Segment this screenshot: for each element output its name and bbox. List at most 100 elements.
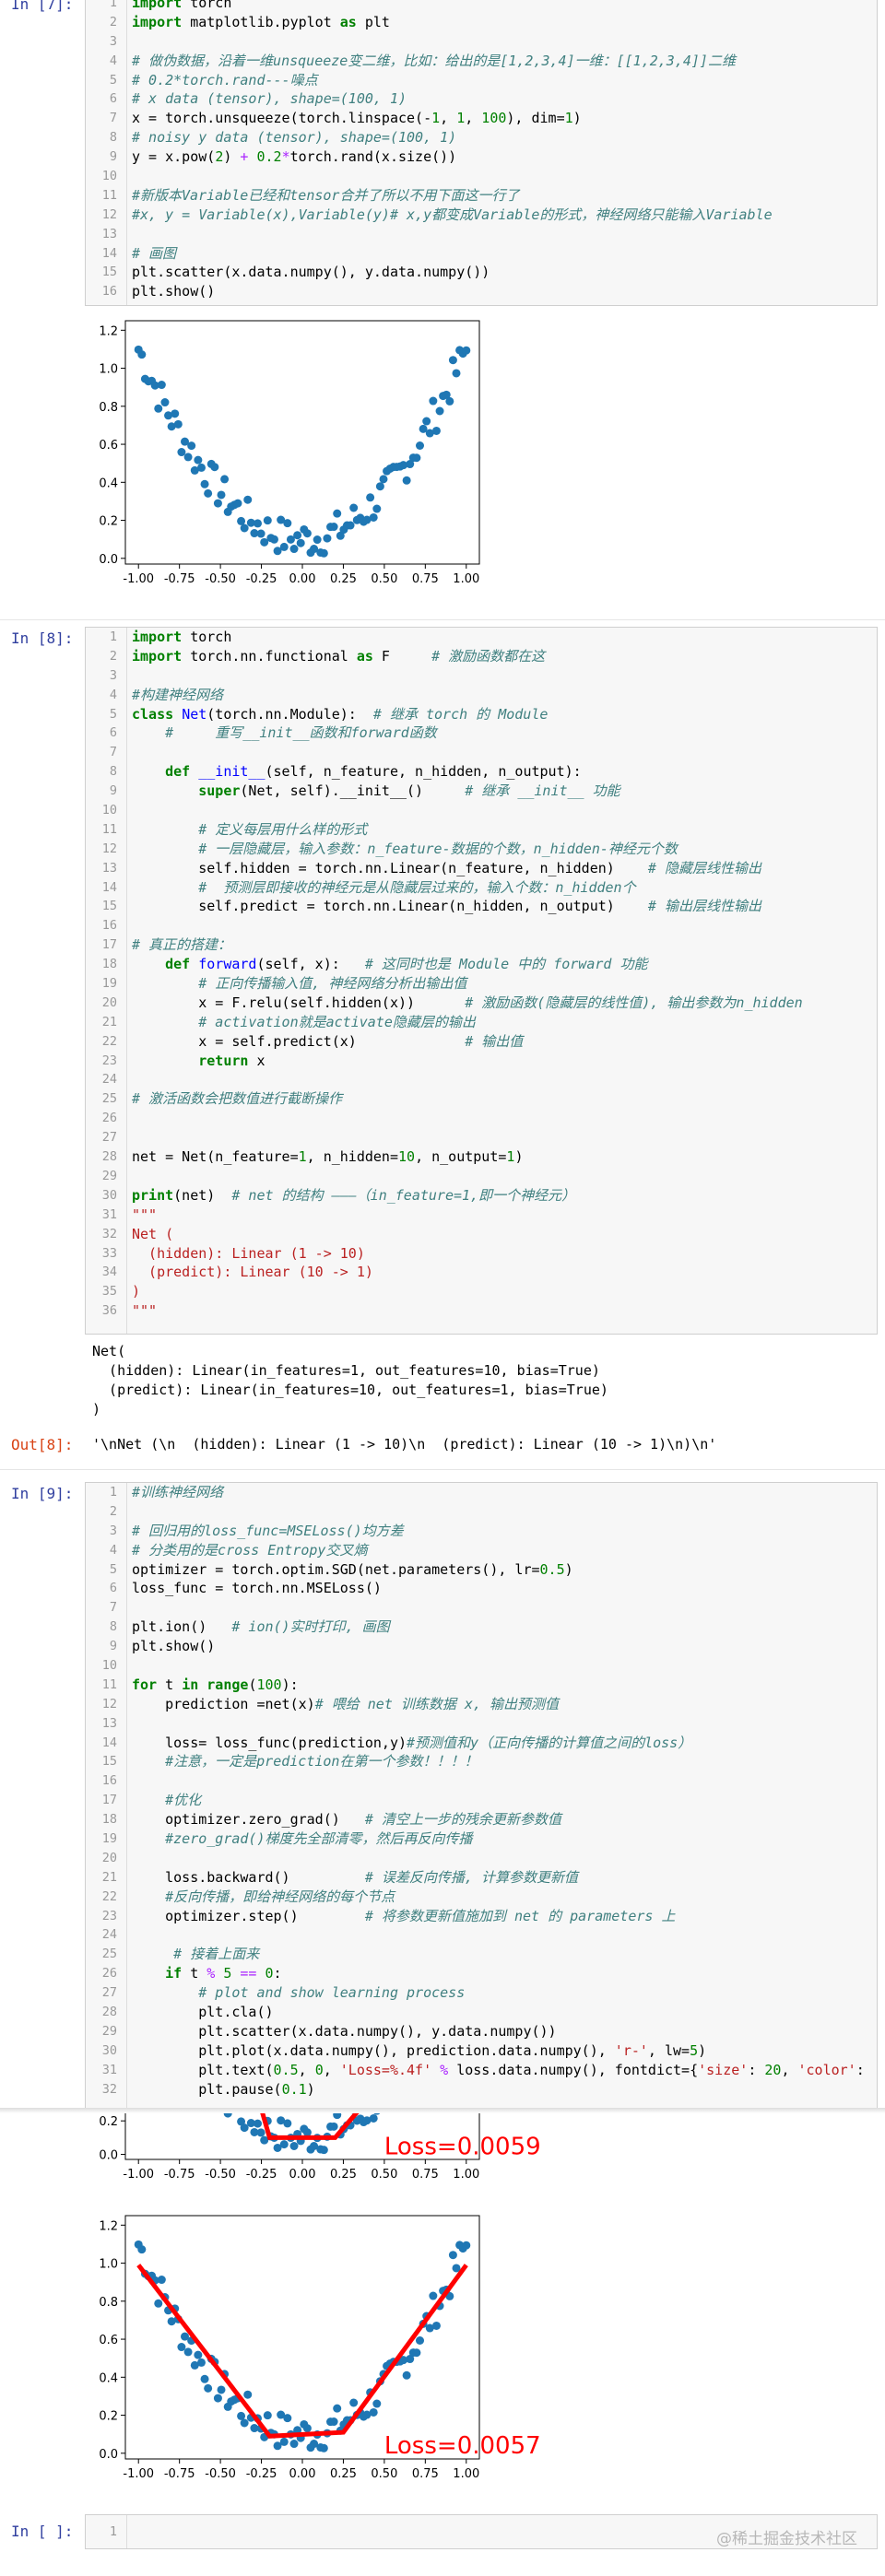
code-line[interactable]: 15 plt.scatter(x.data.numpy(), y.data.num… [86,263,877,282]
code-line[interactable]: 4 # 做伪数据，沿着一维unsqueeze变二维，比如：给出的是[1,2,3,4… [86,52,877,71]
code-line[interactable]: 17 # 真正的搭建： [86,935,877,955]
code-line[interactable]: 1 import torch [86,0,877,13]
code-line[interactable]: 18 optimizer.zero_grad() # 清空上一步的残余更新参数值 [86,1810,877,1829]
code-line[interactable]: 32 Net ( [86,1225,877,1244]
code-line[interactable]: 15 self.predict = torch.nn.Linear(n_hidd… [86,897,877,916]
code-line[interactable]: 3 [86,32,877,52]
code-line[interactable]: 11 for t in range(100): [86,1676,877,1695]
code-line[interactable]: 35) [86,1282,877,1301]
code-line[interactable]: 26 if t % 5 == 0: [86,1964,877,1983]
code-line[interactable]: 31 """ [86,1206,877,1225]
code-line[interactable]: 33 (hidden): Linear (1 -> 10) [86,1244,877,1264]
code-editor[interactable]: 1 import torch 2 import torch.nn.functional… [85,627,878,1335]
code-line[interactable]: 21 loss.backward() # 误差反向传播, 计算参数更新值 [86,1868,877,1888]
code-line[interactable]: 8 def __init__(self, n_feature, n_hidden… [86,762,877,782]
code-line[interactable]: 6 # x data (tensor), shape=(100, 1) [86,89,877,109]
code-line[interactable]: 24 [86,1070,877,1089]
code-line[interactable]: 29 plt.scatter(x.data.numpy(), y.data.nu… [86,2022,877,2041]
code-line[interactable]: 4 #构建神经网络 [86,686,877,705]
scatter-point [435,406,444,416]
code-line[interactable]: 12 # 一层隐藏层，输入参数：n_feature-数据的个数，n_hidden… [86,840,877,859]
code-line[interactable]: 5 # 0.2*torch.rand---噪点 [86,71,877,90]
code-line[interactable]: 20 x = F.relu(self.hidden(x)) # 激励函数(隐藏层… [86,994,877,1013]
code-line[interactable]: 9y = x.pow(2) + 0.2*torch.rand(x.size()) [86,147,877,167]
code-line[interactable]: 7 [86,743,877,762]
code-token: : [273,1965,282,1982]
scatter-point [243,2390,253,2399]
code-line[interactable]: 27 # plot and show learning process [86,1983,877,2003]
code-line[interactable]: 28 plt.cla() [86,2003,877,2022]
code-line[interactable]: 14 loss= loss_func(prediction,y)#预测值和y（正… [86,1734,877,1753]
code-line[interactable]: 22 #反向传播，即给神经网络的每个节点 [86,1888,877,1907]
code-line[interactable]: 13 [86,225,877,244]
code-line[interactable]: 27 [86,1128,877,1147]
line-number: 29 [101,1168,117,1183]
code-line[interactable]: 16 [86,1771,877,1791]
code-line[interactable]: 6 loss_func = torch.nn.MSELoss() [86,1579,877,1598]
code-line[interactable]: 26 [86,1109,877,1128]
code-line[interactable]: 5 optimizer = torch.optim.SGD(net.paramet… [86,1560,877,1580]
code-line[interactable]: 2 [86,1502,877,1522]
code-line[interactable]: 29 [86,1167,877,1186]
code-line[interactable]: 2 import torch.nn.functional as F # 激励函数都… [86,647,877,666]
code-line[interactable]: 30 plt.plot(x.data.numpy(), prediction.d… [86,2041,877,2061]
code-line[interactable]: 9 super(Net, self).__init__() # 继承 __ini… [86,782,877,801]
code-line[interactable]: 28 net = Net(n_feature=1, n_hidden=10, n_… [86,1147,877,1167]
code-line[interactable]: 12 prediction =net(x)# 喂给 net 训练数据 x, 输出… [86,1695,877,1714]
code-line[interactable]: 16 plt.show() [86,282,877,301]
code-line[interactable]: 24 [86,1925,877,1945]
code-editor[interactable]: 1 #训练神经网络 2 3 # 回归用的loss_func=MSELoss()均方差 4 #… [85,1482,878,2110]
code-line[interactable]: 1 #训练神经网络 [86,1483,877,1502]
code-line[interactable]: 14 # 预测层即接收的神经元是从隐藏层过来的，输入个数：n_hidden个 [86,878,877,898]
code-line[interactable]: 8 plt.ion() # ion()实时打印, 画图 [86,1617,877,1637]
code-line[interactable]: 5 class Net(torch.nn.Module): # 继承 torch … [86,705,877,724]
code-line[interactable]: 25 # 接着上面来 [86,1945,877,1964]
output-prompt: Out[8]: [11,1436,74,1453]
line-number: 21 [101,1014,117,1029]
code-line[interactable]: 9 plt.show() [86,1637,877,1656]
x-tick-label: -0.25 [246,572,277,586]
code-line[interactable]: 6 # 重写__init__函数和forward函数 [86,723,877,743]
code-line[interactable]: 14 # 画图 [86,244,877,264]
code-text: #注意，一定是prediction在第一个参数！！！！ [132,1752,478,1771]
code-line[interactable]: 2 import matplotlib.pyplot as plt [86,13,877,32]
line-number: 29 [101,2023,117,2039]
code-line[interactable]: 22 x = self.predict(x) # 输出值 [86,1032,877,1052]
code-line[interactable]: 8 # noisy y data (tensor), shape=(100, 1) [86,128,877,147]
code-lines: 1 import torch 2 import matplotlib.pyplot a… [86,0,877,301]
code-line[interactable]: 10 [86,801,877,820]
code-line[interactable]: 13 [86,1714,877,1734]
code-line[interactable]: 10 [86,1656,877,1676]
code-line[interactable]: 7 [86,1598,877,1617]
code-line[interactable]: 11 #新版本Variable已经和tensor合并了所以不用下面这一行了 [86,186,877,206]
code-line[interactable]: 4 # 分类用的是cross Entropy交叉熵 [86,1541,877,1560]
code-line[interactable]: 20 [86,1849,877,1868]
code-line[interactable]: 12 #x, y = Variable(x),Variable(y)# x,y都变… [86,206,877,225]
code-line[interactable]: 3 # 回归用的loss_func=MSELoss()均方差 [86,1522,877,1541]
code-line[interactable]: 32 plt.pause(0.1) [86,2080,877,2100]
code-line[interactable]: 13 self.hidden = torch.nn.Linear(n_featu… [86,859,877,878]
code-line[interactable]: 19 #zero_grad()梯度先全部清零，然后再反向传播 [86,1829,877,1849]
code-line[interactable]: 25 # 激活函数会把数值进行截断操作 [86,1089,877,1109]
code-line[interactable]: 36 """ [86,1301,877,1321]
x-tick-label: -1.00 [123,2467,154,2481]
code-line[interactable]: 34 (predict): Linear (10 -> 1) [86,1263,877,1282]
code-line[interactable]: 21 # activation就是activate隐藏层的输出 [86,1013,877,1032]
code-line[interactable]: 17 #优化 [86,1791,877,1810]
code-line[interactable]: 10 [86,167,877,186]
code-line[interactable]: 1 import torch [86,628,877,647]
code-line[interactable]: 31 plt.text(0.5, 0, 'Loss=%.4f' % loss.d… [86,2061,877,2080]
code-line[interactable]: 3 [86,666,877,686]
code-editor[interactable]: 1 import torch 2 import matplotlib.pyplot a… [85,0,878,306]
scatter-point [329,2417,338,2427]
code-line[interactable]: 7 x = torch.unsqueeze(torch.linspace(-1, … [86,109,877,128]
code-line[interactable]: 16 [86,916,877,935]
code-line[interactable]: 23 return x [86,1052,877,1071]
code-line[interactable]: 18 def forward(self, x): # 这同时也是 Module … [86,955,877,974]
code-line[interactable]: 23 optimizer.step() # 将参数更新值施加到 net 的 pa… [86,1907,877,1926]
code-line[interactable]: 11 # 定义每层用什么样的形式 [86,820,877,840]
code-line[interactable]: 15 #注意，一定是prediction在第一个参数！！！！ [86,1752,877,1771]
code-line[interactable]: 19 # 正向传播输入值, 神经网络分析出输出值 [86,974,877,994]
code-line[interactable]: 30 print(net) # net 的结构 ———（in_feature=1,… [86,1186,877,1206]
